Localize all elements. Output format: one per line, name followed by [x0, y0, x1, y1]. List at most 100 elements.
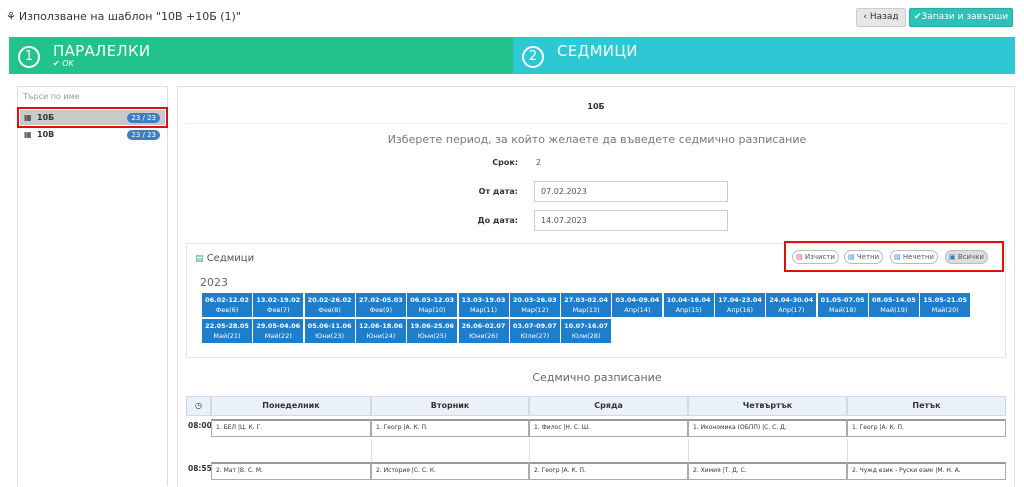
selected-class-title: 10Б [186, 96, 1006, 124]
schedule-cell[interactable]: 2. Геогр |А. К. П. [529, 462, 688, 480]
week-range: 15.05-21.05 [923, 296, 968, 304]
week-range: 03.04-09.04 [615, 296, 660, 304]
class-item-10v[interactable]: ▦ 10В 23 / 23 [20, 127, 165, 142]
week-range: 10.04-16.04 [666, 296, 711, 304]
time-slot: 08:55 [188, 464, 212, 473]
even-button[interactable]: ▤ Четни [844, 250, 884, 264]
top-bar: ⚘ Използване на шаблон "10В +10Б (1)" ‹ Н… [0, 0, 1024, 34]
class-icon: ▦ [24, 130, 32, 139]
week-button[interactable]: 10.04-16.04 Апр(15) [663, 293, 714, 317]
week-button[interactable]: 26.06-02.07 Юни(26) [458, 319, 509, 343]
all-button[interactable]: ▣ Всички [945, 250, 988, 264]
day-header: Вторник [371, 396, 529, 416]
week-button[interactable]: 10.07-16.07 Юли(28) [561, 319, 612, 343]
week-button[interactable]: 20.02-26.02 Фев(8) [304, 293, 355, 317]
save-and-finish-button[interactable]: ✔Запази и завърши [909, 8, 1013, 27]
week-button[interactable]: 19.06-25.06 Юни(25) [407, 319, 458, 343]
all-label: Всички [957, 253, 984, 261]
term-label: Срок: [492, 158, 518, 167]
year-label: 2023 [200, 276, 228, 289]
schedule-cell[interactable]: 2. Чужд език - Руски език |М. Н. А. [847, 462, 1006, 480]
week-button[interactable]: 13.03-19.03 Мар(11) [458, 293, 509, 317]
schedule-cell[interactable]: 1. Филос |Н. С. Ш. [529, 419, 688, 437]
week-button[interactable]: 27.02-05.03 Фев(9) [355, 293, 406, 317]
schedule-cell[interactable]: 1. Геогр |А. К. П. [371, 419, 529, 437]
clear-icon: ▤ [796, 253, 803, 261]
week-range: 29.05-04.06 [256, 322, 301, 330]
class-badge: 23 / 23 [127, 113, 160, 123]
schedule-cell[interactable]: 1. Геогр |А. К. П. [847, 419, 1006, 437]
even-label: Четни [856, 253, 880, 261]
week-label: Юли(27) [520, 332, 550, 340]
step-number: 1 [18, 46, 40, 68]
week-range: 26.06-02.07 [461, 322, 506, 330]
from-date-label: От дата: [478, 187, 518, 196]
week-label: Май(18) [829, 306, 857, 314]
week-range: 01.05-07.05 [820, 296, 865, 304]
week-button[interactable]: 20.03-26.03 Мар(12) [509, 293, 560, 317]
week-label: Юни(23) [315, 332, 345, 340]
schedule-table: ◷ Понеделник Вторник Сряда Четвъртък Пет… [186, 396, 1006, 487]
divider [371, 439, 372, 461]
week-button[interactable]: 24.04-30.04 Апр(17) [766, 293, 817, 317]
page-title: ⚘ Използване на шаблон "10В +10Б (1)" [6, 10, 241, 23]
week-button[interactable]: 22.05-28.05 Май(21) [202, 319, 252, 343]
week-button[interactable]: 12.06-18.06 Юни(24) [355, 319, 406, 343]
week-button[interactable]: 03.07-09.07 Юли(27) [509, 319, 560, 343]
week-button[interactable]: 17.04-23.04 Апр(16) [715, 293, 765, 317]
week-range: 13.03-19.03 [461, 296, 506, 304]
back-button[interactable]: ‹ Назад [856, 8, 906, 27]
step-weeks[interactable]: 2 СЕДМИЦИ [513, 37, 1015, 74]
from-date-field[interactable]: 07.02.2023 [534, 181, 728, 202]
week-button[interactable]: 29.05-04.06 Май(22) [253, 319, 304, 343]
schedule-cell[interactable]: 2. Мат |В. С. М. [211, 462, 371, 480]
week-button[interactable]: 08.05-14.05 Май(19) [868, 293, 919, 317]
schedule-title: Седмично разписание [532, 371, 662, 384]
step-title: СЕДМИЦИ [557, 42, 638, 60]
time-slot: 08:00 [188, 421, 212, 430]
week-label: Апр(17) [778, 306, 805, 314]
week-button[interactable]: 06.03-12.03 Мар(10) [407, 293, 458, 317]
week-button[interactable]: 27.03-02.04 Мар(13) [561, 293, 612, 317]
wizard-steps: 1 ПАРАЛЕЛКИ ✔ OK 2 СЕДМИЦИ [9, 37, 1015, 74]
week-button[interactable]: 13.02-19.02 Фев(7) [253, 293, 304, 317]
class-icon: ▦ [24, 113, 32, 122]
week-range: 05.06-11.06 [307, 322, 352, 330]
class-item-10b[interactable]: ▦ 10Б 23 / 23 [17, 107, 168, 128]
to-date-field[interactable]: 14.07.2023 [534, 210, 728, 231]
step-classes[interactable]: 1 ПАРАЛЕЛКИ ✔ OK [9, 37, 513, 74]
day-header: Петък [847, 396, 1006, 416]
schedule-cell[interactable]: 1. БЕЛ |Ц. К. Г. [211, 419, 371, 437]
calendar-check-icon: ▣ [949, 253, 956, 261]
week-range: 22.05-28.05 [205, 322, 249, 330]
clock-icon: ◷ [186, 396, 211, 416]
week-range: 06.03-12.03 [410, 296, 455, 304]
search-input[interactable]: Търси по име [23, 92, 80, 101]
schedule-cell[interactable]: 1. Икономика (ОБПП) |С. С. Д. [688, 419, 847, 437]
week-range: 10.07-16.07 [564, 322, 608, 330]
odd-button[interactable]: ▤ Нечетни [890, 250, 939, 264]
week-button[interactable]: 05.06-11.06 Юни(23) [304, 319, 355, 343]
week-label: Юни(24) [366, 332, 396, 340]
week-range: 24.04-30.04 [769, 296, 814, 304]
week-label: Май(22) [264, 332, 292, 340]
schedule-cell[interactable]: 2. Химия |Т. Д. С. [688, 462, 847, 480]
week-range: 27.03-02.04 [564, 296, 608, 304]
week-button[interactable]: 01.05-07.05 Май(18) [817, 293, 868, 317]
week-label: Май(20) [931, 306, 959, 314]
divider [529, 439, 530, 461]
week-label: Апр(16) [726, 306, 754, 314]
week-label: Мар(11) [469, 306, 498, 314]
week-label: Фев(8) [318, 306, 341, 314]
week-button[interactable]: 15.05-21.05 Май(20) [920, 293, 971, 317]
week-label: Фев(6) [215, 306, 239, 314]
calendar-icon: ▤ [848, 253, 855, 261]
week-label: Май(19) [880, 306, 908, 314]
week-label: Мар(10) [418, 306, 446, 314]
week-button[interactable]: 06.02-12.02 Фев(6) [202, 293, 252, 317]
clear-button[interactable]: ▤ Изчисти [792, 250, 839, 264]
odd-label: Нечетни [902, 253, 935, 261]
schedule-cell[interactable]: 2. История |С. С. К. [371, 462, 529, 480]
week-button[interactable]: 03.04-09.04 Апр(14) [612, 293, 663, 317]
day-header: Сряда [529, 396, 688, 416]
